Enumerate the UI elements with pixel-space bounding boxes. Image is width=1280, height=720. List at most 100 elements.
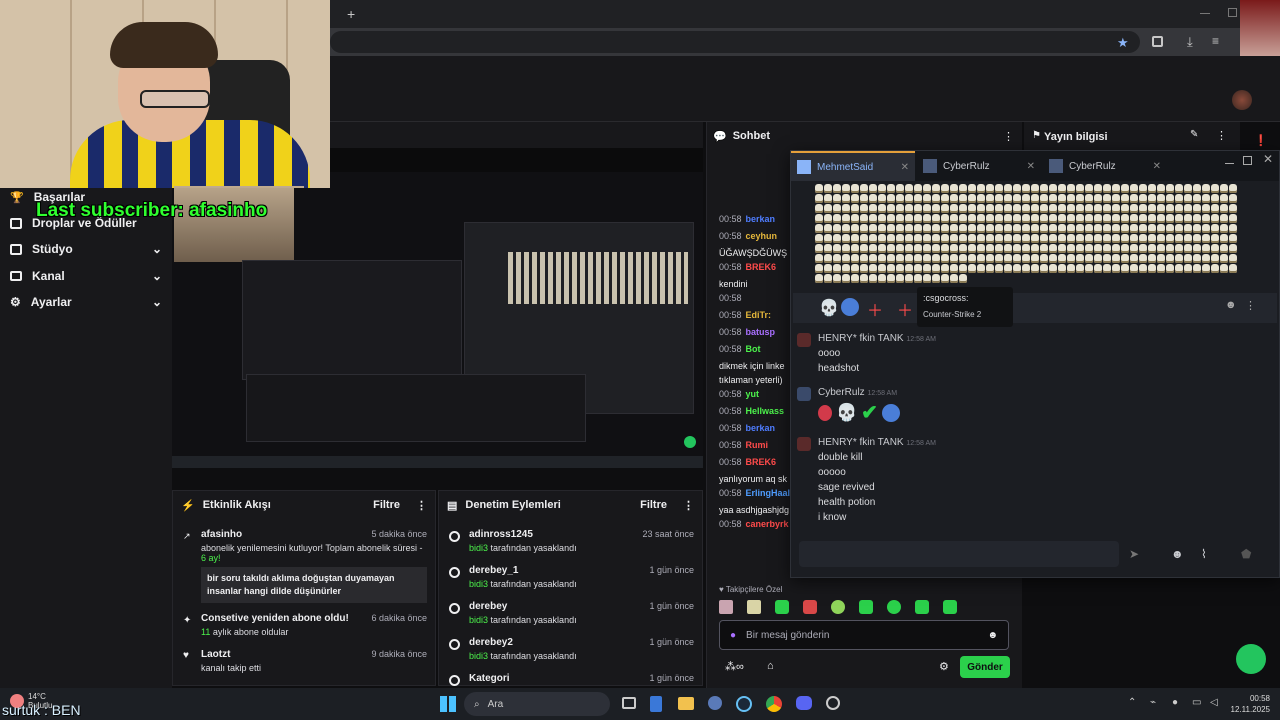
mod-target-user[interactable]: adinross1245 [469, 529, 533, 540]
chat-username[interactable]: Bot [746, 344, 761, 354]
start-icon[interactable] [440, 696, 456, 712]
points-icon[interactable]: ⁂∞ [725, 660, 744, 673]
chat-input[interactable]: ● Bir mesaj gönderin ☻ [719, 620, 1009, 650]
stream-preview[interactable] [172, 148, 703, 468]
emote[interactable] [887, 600, 901, 614]
sidebar-item-settings[interactable]: ⚙ Ayarlar ⌄ [10, 295, 162, 309]
steam-icon[interactable] [736, 696, 752, 712]
maximize-window-icon[interactable] [1243, 156, 1252, 165]
emote[interactable] [943, 600, 957, 614]
avatar[interactable] [1232, 90, 1252, 110]
minimize-window-icon[interactable] [1225, 163, 1234, 164]
maximize-window-icon[interactable] [1228, 8, 1237, 17]
more-options-icon[interactable]: ⋮ [416, 499, 427, 512]
mod-by[interactable]: bidi3 [469, 543, 488, 553]
window-tab[interactable]: MehmetSaid ✕ [791, 151, 915, 181]
message-author[interactable]: HENRY* fkin TANK [818, 333, 904, 344]
gear-icon[interactable]: ⚙ [939, 660, 949, 673]
close-window-icon[interactable]: ✕ [1263, 152, 1273, 166]
send-icon[interactable]: ➤ [1129, 547, 1139, 561]
extensions-icon[interactable] [1152, 36, 1163, 47]
folder-icon[interactable] [678, 697, 694, 710]
mic-icon[interactable]: ● [1172, 697, 1178, 708]
chat-username[interactable]: ceyhun [746, 231, 778, 241]
chat-username[interactable]: berkan [746, 423, 776, 433]
emote[interactable] [747, 600, 761, 614]
address-field[interactable] [330, 31, 1140, 53]
sidebar-item-channel[interactable]: Kanal ⌄ [10, 269, 162, 283]
volume-icon[interactable]: ◁ [1210, 697, 1218, 708]
minimize-window-icon[interactable] [1200, 13, 1210, 14]
chat-username[interactable]: BREK6 [746, 262, 777, 272]
window-tab[interactable]: CyberRulz ✕ [1043, 151, 1167, 181]
message-author[interactable]: HENRY* fkin TANK [818, 437, 904, 448]
window-tab[interactable]: CyberRulz ✕ [917, 151, 1041, 181]
app-icon[interactable] [826, 696, 840, 710]
more-options-icon[interactable]: ⋮ [683, 499, 694, 512]
mod-by[interactable]: bidi3 [469, 651, 488, 661]
chat-username[interactable]: batusp [746, 327, 776, 337]
filter-button[interactable]: Filtre [640, 499, 667, 511]
filter-button[interactable]: Filtre [373, 499, 400, 511]
new-tab-button[interactable]: + [347, 6, 355, 22]
emoji-react-icon[interactable]: ☻ [1225, 299, 1237, 311]
star-icon[interactable]: ★ [1117, 35, 1129, 51]
download-icon[interactable]: ⤓ [1187, 34, 1193, 50]
discord-popout-window[interactable]: MehmetSaid ✕ CyberRulz ✕ CyberRulz ✕ ✕ 💀… [790, 150, 1280, 578]
more-options-icon[interactable]: ⋮ [1216, 129, 1227, 142]
more-options-icon[interactable]: ⋮ [1245, 299, 1256, 312]
chat-username[interactable]: berkan [746, 214, 776, 224]
close-icon[interactable]: ✕ [1153, 161, 1161, 172]
mod-by[interactable]: bidi3 [469, 579, 488, 589]
store-icon[interactable]: ⌂ [767, 660, 774, 672]
mod-target-user[interactable]: derebey_1 [469, 565, 518, 576]
chat-username[interactable]: Hellwass [746, 406, 785, 416]
chat-username[interactable]: BREK6 [746, 457, 777, 467]
chat-username[interactable]: ErlingHaal [746, 488, 791, 498]
discord-icon[interactable] [796, 696, 812, 710]
chat-username[interactable]: canerbyrk [746, 519, 789, 529]
app-icon[interactable] [708, 696, 722, 710]
emote[interactable] [915, 600, 929, 614]
emote[interactable] [859, 600, 873, 614]
attach-icon[interactable]: ⌇ [1201, 547, 1207, 561]
mod-target-user[interactable]: derebey [469, 601, 507, 612]
mod-by[interactable]: bidi3 [469, 615, 488, 625]
message-author[interactable]: CyberRulz [818, 387, 865, 398]
task-view-icon[interactable] [622, 697, 636, 709]
mod-target-user[interactable]: Kategori [469, 673, 510, 684]
chevron-up-icon[interactable]: ⌃ [1128, 697, 1136, 708]
emote[interactable] [719, 600, 733, 614]
chat-username[interactable]: Rumi [746, 440, 769, 450]
more-options-icon[interactable]: ⋮ [1003, 130, 1014, 143]
emoji-icon[interactable]: ☻ [1171, 547, 1184, 561]
chat-username[interactable]: EdiTr: [746, 310, 772, 320]
emoji-icon[interactable]: ☻ [987, 630, 998, 641]
avatar[interactable] [797, 437, 811, 451]
event-user[interactable]: afasinho [201, 529, 242, 540]
calculator-icon[interactable] [650, 696, 662, 712]
mic-icon[interactable]: ● [730, 630, 736, 641]
help-icon[interactable]: ❗ [1254, 134, 1268, 147]
event-user[interactable]: Laotzt [201, 649, 230, 660]
chrome-icon[interactable] [766, 696, 782, 712]
reading-list-icon[interactable]: ≡ [1212, 34, 1219, 48]
close-icon[interactable]: ✕ [1027, 161, 1035, 172]
avatar[interactable] [797, 333, 811, 347]
emote[interactable] [775, 600, 789, 614]
emote[interactable] [831, 600, 845, 614]
mod-target-user[interactable]: derebey2 [469, 637, 513, 648]
emote[interactable] [803, 600, 817, 614]
close-icon[interactable]: ✕ [901, 162, 909, 173]
shield-icon[interactable]: ⬟ [1241, 547, 1251, 561]
avatar[interactable] [797, 387, 811, 401]
support-chat-button[interactable] [1236, 644, 1266, 674]
taskbar-search[interactable]: ⌕ Ara [464, 692, 610, 716]
message-input[interactable] [799, 541, 1119, 567]
display-icon[interactable]: ▭ [1192, 697, 1201, 708]
sidebar-item-studio[interactable]: Stüdyo ⌄ [10, 242, 162, 256]
chat-username[interactable]: yut [746, 389, 760, 399]
event-user[interactable]: Consetive yeniden abone oldu! [201, 613, 349, 624]
clock[interactable]: 00:58 12.11.2025 [1228, 693, 1270, 715]
edit-icon[interactable]: ✎ [1190, 129, 1198, 140]
